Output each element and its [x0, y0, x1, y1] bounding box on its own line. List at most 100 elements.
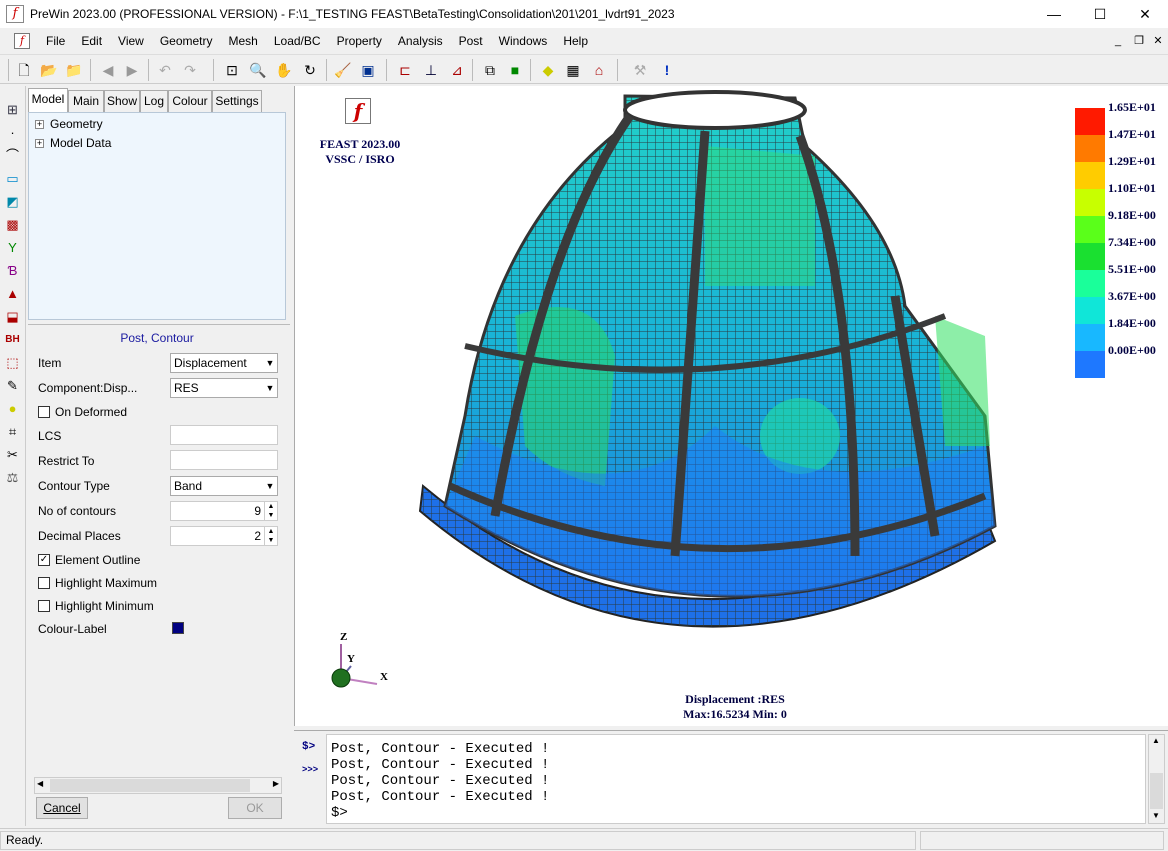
tab-main[interactable]: Main: [68, 90, 104, 112]
expand-icon[interactable]: +: [35, 119, 44, 129]
highlight-max-checkbox[interactable]: Highlight Maximum: [38, 576, 157, 590]
mdi-restore-icon[interactable]: ❐: [1131, 33, 1147, 49]
force-icon[interactable]: ▲: [3, 284, 22, 303]
scroll-up-icon[interactable]: ▲: [1152, 736, 1160, 745]
tree-item-geometry[interactable]: + Geometry: [35, 117, 103, 131]
material-icon[interactable]: ■: [505, 60, 525, 80]
undo-icon[interactable]: ↶: [155, 60, 175, 80]
cancel-button[interactable]: Cancel: [36, 797, 88, 819]
highlight-min-checkbox[interactable]: Highlight Minimum: [38, 599, 154, 613]
checkbox-box[interactable]: [38, 577, 50, 589]
binoculars-icon[interactable]: ⌗: [3, 422, 22, 441]
expand-icon[interactable]: +: [35, 138, 44, 148]
menu-help[interactable]: Help: [555, 34, 596, 48]
spin-arrows-icon[interactable]: ▲ ▼: [264, 502, 277, 520]
pan-hand-icon[interactable]: ✋: [274, 60, 294, 80]
rotate-icon[interactable]: ↻: [300, 60, 320, 80]
zoom-icon[interactable]: 🔍: [248, 60, 268, 80]
layer-icon[interactable]: ⧉: [480, 60, 500, 80]
pencil-icon[interactable]: ✎: [3, 376, 22, 395]
mdi-close-icon[interactable]: ✕: [1150, 33, 1166, 49]
constraint-icon[interactable]: ⊥: [421, 60, 441, 80]
solid-icon[interactable]: ◩: [3, 192, 22, 211]
tab-colour[interactable]: Colour: [168, 90, 212, 112]
horizontal-scrollbar[interactable]: ◀ ▶: [34, 777, 282, 794]
home-icon[interactable]: ⌂: [589, 60, 609, 80]
menu-post[interactable]: Post: [451, 34, 491, 48]
cut-icon[interactable]: ✂: [3, 445, 22, 464]
point-icon[interactable]: ·: [3, 123, 22, 142]
open-folder-icon[interactable]: 📂: [39, 60, 59, 80]
contour-icon[interactable]: ●: [3, 399, 22, 418]
document-icon[interactable]: f: [14, 33, 30, 49]
tab-settings[interactable]: Settings: [212, 90, 262, 112]
scroll-left-icon[interactable]: ◀: [37, 779, 43, 788]
contour-type-dropdown[interactable]: Band ▼: [170, 476, 278, 496]
surface-icon[interactable]: ▭: [3, 169, 22, 188]
tab-log[interactable]: Log: [140, 90, 168, 112]
back-icon[interactable]: ◀: [98, 60, 118, 80]
item-dropdown[interactable]: Displacement ▼: [170, 353, 278, 373]
chevron-down-icon[interactable]: ▼: [263, 354, 277, 372]
element-icon[interactable]: ⬚: [3, 353, 22, 372]
tab-model[interactable]: Model: [28, 88, 68, 112]
restrict-input[interactable]: [170, 450, 278, 470]
tool-icon[interactable]: ⚒: [630, 60, 650, 80]
scroll-thumb[interactable]: [50, 779, 250, 792]
pressure-icon[interactable]: ⬓: [3, 307, 22, 326]
scroll-right-icon[interactable]: ▶: [273, 779, 279, 788]
select-icon[interactable]: ⊞: [3, 100, 22, 119]
open-recent-icon[interactable]: 📁: [64, 60, 84, 80]
info-icon[interactable]: !: [657, 60, 677, 80]
grid-icon[interactable]: ▦: [563, 60, 583, 80]
light-icon[interactable]: ◆: [538, 60, 558, 80]
decimal-stepper[interactable]: 2 ▲ ▼: [170, 526, 278, 546]
menu-analysis[interactable]: Analysis: [390, 34, 451, 48]
spin-arrows-icon[interactable]: ▲ ▼: [264, 527, 277, 545]
tab-show[interactable]: Show: [104, 90, 140, 112]
colour-swatch[interactable]: [172, 622, 184, 634]
node-icon[interactable]: ⊏: [395, 60, 415, 80]
menu-property[interactable]: Property: [329, 34, 390, 48]
tree-item-model-data[interactable]: + Model Data: [35, 136, 111, 150]
menu-loadbc[interactable]: Load/BC: [266, 34, 329, 48]
on-deformed-checkbox[interactable]: On Deformed: [38, 405, 127, 419]
zoom-window-icon[interactable]: ⊡: [222, 60, 242, 80]
arc-icon[interactable]: ⌒: [3, 146, 22, 165]
menu-file[interactable]: File: [38, 34, 73, 48]
checkbox-box[interactable]: [38, 600, 50, 612]
chevron-down-icon[interactable]: ▼: [263, 477, 277, 495]
bc-icon[interactable]: BH: [3, 330, 22, 349]
chevron-down-icon[interactable]: ▼: [263, 379, 277, 397]
mdi-minimize-icon[interactable]: _: [1110, 33, 1126, 49]
maximize-button[interactable]: ☐: [1077, 0, 1123, 28]
component-dropdown[interactable]: RES ▼: [170, 378, 278, 398]
checkbox-checked-icon[interactable]: ✓: [38, 554, 50, 566]
no-contours-stepper[interactable]: 9 ▲ ▼: [170, 501, 278, 521]
load-icon[interactable]: ⊿: [447, 60, 467, 80]
element-outline-checkbox[interactable]: ✓ Element Outline: [38, 553, 140, 567]
minimize-button[interactable]: —: [1031, 0, 1077, 28]
menu-mesh[interactable]: Mesh: [221, 34, 266, 48]
forward-icon[interactable]: ▶: [122, 60, 142, 80]
checkbox-box[interactable]: [38, 406, 50, 418]
mesh-icon[interactable]: ▩: [3, 215, 22, 234]
close-button[interactable]: ✕: [1122, 0, 1168, 28]
scroll-down-icon[interactable]: ▼: [1152, 811, 1160, 820]
tools-icon[interactable]: ⚖: [3, 468, 22, 487]
fit-view-icon[interactable]: ▣: [358, 60, 378, 80]
new-file-icon[interactable]: 🗋: [14, 60, 34, 80]
branch-icon[interactable]: Y: [3, 238, 22, 257]
console-output[interactable]: Post, Contour - Executed ! Post, Contour…: [326, 734, 1146, 824]
ok-button[interactable]: OK: [228, 797, 282, 819]
vertical-scrollbar[interactable]: ▲ ▼: [1148, 734, 1165, 824]
menu-windows[interactable]: Windows: [491, 34, 556, 48]
redo-icon[interactable]: ↷: [180, 60, 200, 80]
boundary-icon[interactable]: Ɓ: [3, 261, 22, 280]
menu-view[interactable]: View: [110, 34, 152, 48]
scroll-thumb[interactable]: [1150, 773, 1163, 809]
lcs-input[interactable]: [170, 425, 278, 445]
graphics-viewport[interactable]: f FEAST 2023.00 VSSC / ISRO Z Y X 1.65E+…: [294, 86, 1168, 726]
menu-geometry[interactable]: Geometry: [152, 34, 221, 48]
menu-edit[interactable]: Edit: [73, 34, 110, 48]
